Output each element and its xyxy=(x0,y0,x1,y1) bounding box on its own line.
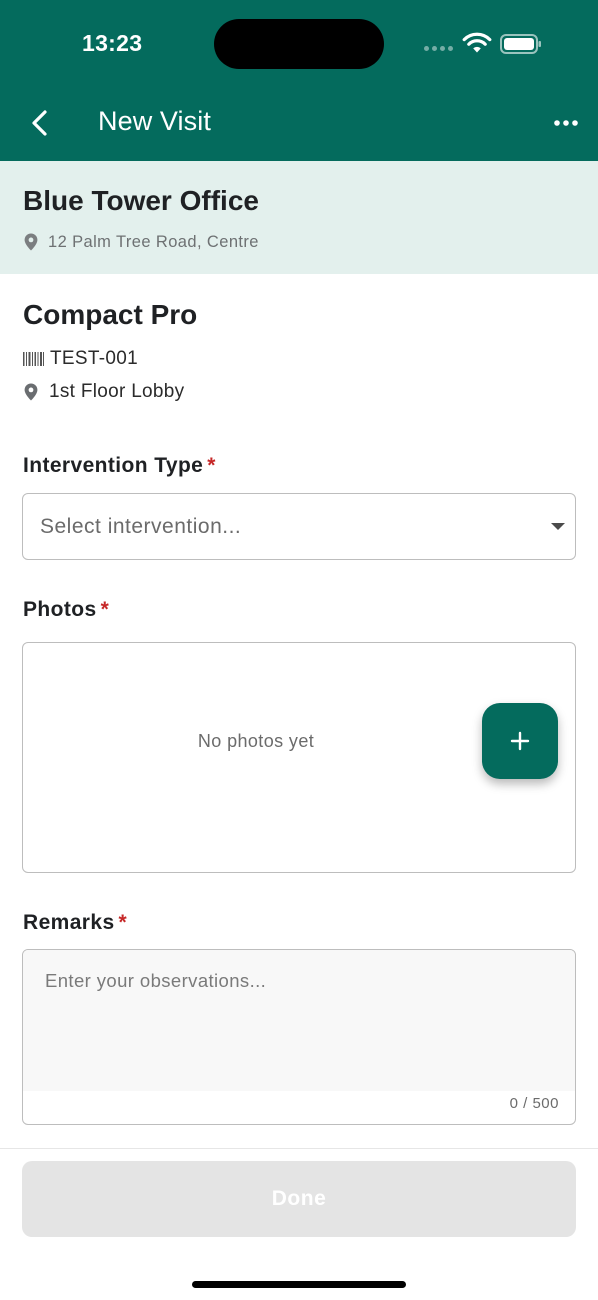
home-indicator xyxy=(192,1281,406,1288)
site-banner xyxy=(0,161,598,274)
more-horizontal-icon xyxy=(554,120,578,126)
dynamic-island xyxy=(214,19,384,69)
page-title: New Visit xyxy=(98,106,211,136)
intervention-type-placeholder: Select intervention... xyxy=(40,515,242,538)
status-time: 13:23 xyxy=(82,30,143,56)
site-address: 12 Palm Tree Road, Centre xyxy=(48,232,259,251)
required-marker: * xyxy=(100,598,110,621)
more-options-button[interactable] xyxy=(546,108,586,138)
device-location: 1st Floor Lobby xyxy=(49,381,185,402)
remarks-label: Remarks * xyxy=(23,911,127,935)
location-pin-icon xyxy=(24,233,38,251)
photos-label-text: Photos xyxy=(23,598,97,621)
intervention-type-select[interactable]: Select intervention... xyxy=(22,493,576,560)
device-name: Compact Pro xyxy=(23,299,198,330)
remarks-field: 0 / 500 xyxy=(22,949,576,1125)
barcode-icon xyxy=(23,352,44,366)
add-photo-button[interactable] xyxy=(482,703,558,779)
device-location-row: 1st Floor Lobby xyxy=(24,380,184,404)
required-marker: * xyxy=(118,911,128,934)
cellular-signal-icon xyxy=(424,46,456,54)
remarks-char-counter: 0 / 500 xyxy=(509,1095,559,1112)
wifi-icon xyxy=(462,31,492,55)
device-serial: TEST-001 xyxy=(50,348,138,369)
chevron-left-icon xyxy=(32,110,47,136)
photos-empty-text: No photos yet xyxy=(197,731,315,751)
dropdown-caret-icon xyxy=(551,523,565,530)
plus-icon xyxy=(510,731,530,751)
battery-icon xyxy=(500,33,542,55)
done-button[interactable]: Done xyxy=(22,1161,576,1237)
site-name: Blue Tower Office xyxy=(23,185,259,216)
photos-label: Photos * xyxy=(23,598,109,622)
back-button[interactable] xyxy=(20,102,60,144)
remarks-label-text: Remarks xyxy=(23,911,115,934)
location-pin-icon xyxy=(24,383,38,401)
site-address-row: 12 Palm Tree Road, Centre xyxy=(24,231,259,253)
intervention-type-label: Intervention Type * xyxy=(23,454,216,478)
device-serial-row: TEST-001 xyxy=(23,347,138,371)
app-bar: 13:23 New Visit xyxy=(0,0,598,161)
intervention-type-label-text: Intervention Type xyxy=(23,454,204,477)
required-marker: * xyxy=(207,454,216,477)
footer-divider xyxy=(0,1148,598,1149)
remarks-input[interactable] xyxy=(23,950,575,1091)
